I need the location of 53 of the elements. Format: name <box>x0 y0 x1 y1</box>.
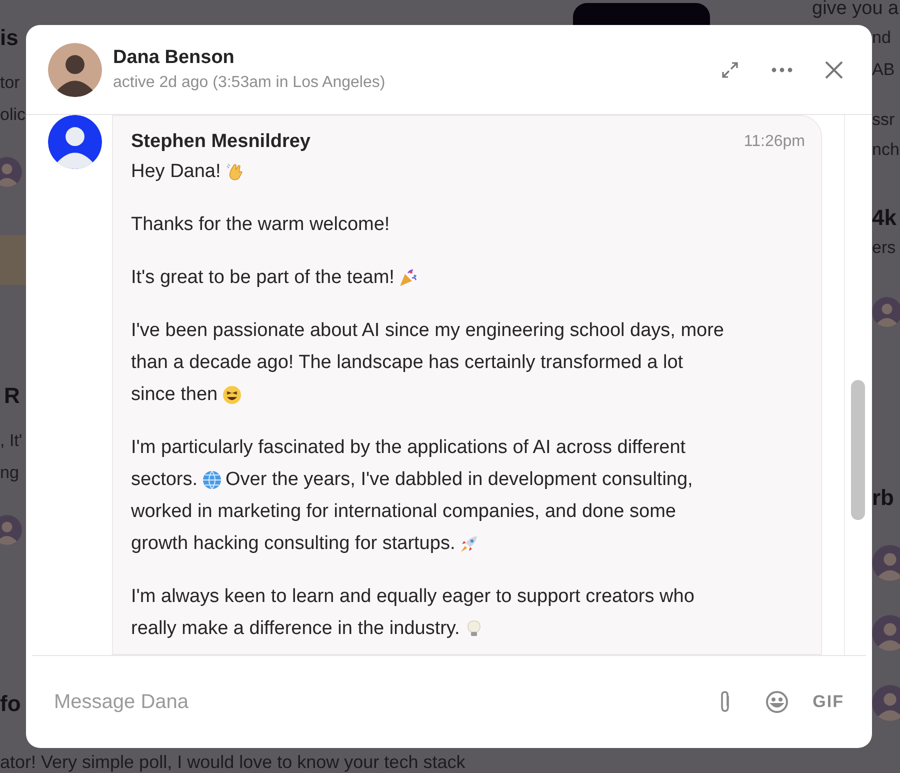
smiley-icon <box>764 690 789 714</box>
message-text: Hey Dana! <box>131 160 221 184</box>
close-icon <box>824 60 844 80</box>
message-text: I'm particularly fascinated by the applications of AI across different <box>131 436 686 460</box>
background-text: , It' <box>0 430 24 452</box>
background-text: ssr <box>872 109 896 131</box>
message-time: 11:26pm <box>744 132 805 152</box>
message-text: growth hacking consulting for startups. <box>131 532 456 556</box>
background-text: ng <box>0 462 20 484</box>
avatar <box>48 42 102 96</box>
avatar <box>0 157 22 187</box>
message-text: really make a difference in the industry. <box>131 617 460 641</box>
avatar <box>0 515 22 545</box>
message-input[interactable]: Message Dana <box>54 687 711 717</box>
message-author: Stephen Mesnildrey <box>131 130 310 154</box>
background-heading: is <box>0 25 20 51</box>
background-heading: 4k <box>872 205 898 231</box>
background-text: tor <box>0 72 21 94</box>
background-text: olic <box>0 104 26 126</box>
message-text: worked in marketing for international companies, and done some <box>131 500 676 524</box>
expand-icon <box>720 60 740 80</box>
avatar <box>872 615 900 651</box>
party-popper-icon <box>398 268 418 288</box>
background-heading: R <box>4 383 21 409</box>
background-text: nd <box>872 27 892 49</box>
message-text: Thanks for the warm welcome! <box>131 213 390 237</box>
background-text: ator! Very simple poll, I would love to know your tech stack <box>0 751 466 773</box>
avatar <box>872 685 900 721</box>
message-text: I'm always keen to learn and equally eager to support creators who <box>131 585 694 609</box>
gif-button[interactable]: GIF <box>812 689 844 715</box>
background-text: ers <box>872 237 897 259</box>
background-text: give you a <box>812 0 899 21</box>
contact-name: Dana Benson <box>113 46 236 70</box>
more-icon <box>771 66 793 72</box>
message-text: I've been passionate about AI since my engineering school days, more <box>131 319 724 343</box>
grinning-face-icon <box>222 385 242 405</box>
avatar <box>872 545 900 581</box>
message-text: since then <box>131 383 218 407</box>
background-heading: fo <box>0 691 22 717</box>
waving-hand-icon <box>224 162 245 182</box>
background-text: AB <box>872 59 896 81</box>
message-text: sectors. <box>131 468 198 492</box>
contact-status: active 2d ago (3:53am in Los Angeles) <box>113 72 386 92</box>
rocket-icon <box>459 534 480 554</box>
background-heading: rb <box>872 485 895 511</box>
message-text: It's great to be part of the team! <box>131 266 394 290</box>
globe-icon <box>202 470 222 490</box>
avatar <box>872 297 900 327</box>
background-text: nch <box>872 139 900 161</box>
message-text: than a decade ago! The landscape has certainly transformed a lot <box>131 351 684 375</box>
background-banner <box>0 235 26 285</box>
scrollbar-thumb[interactable] <box>851 380 865 520</box>
message-text: Over the years, I've dabbled in development consulting, <box>226 468 693 492</box>
